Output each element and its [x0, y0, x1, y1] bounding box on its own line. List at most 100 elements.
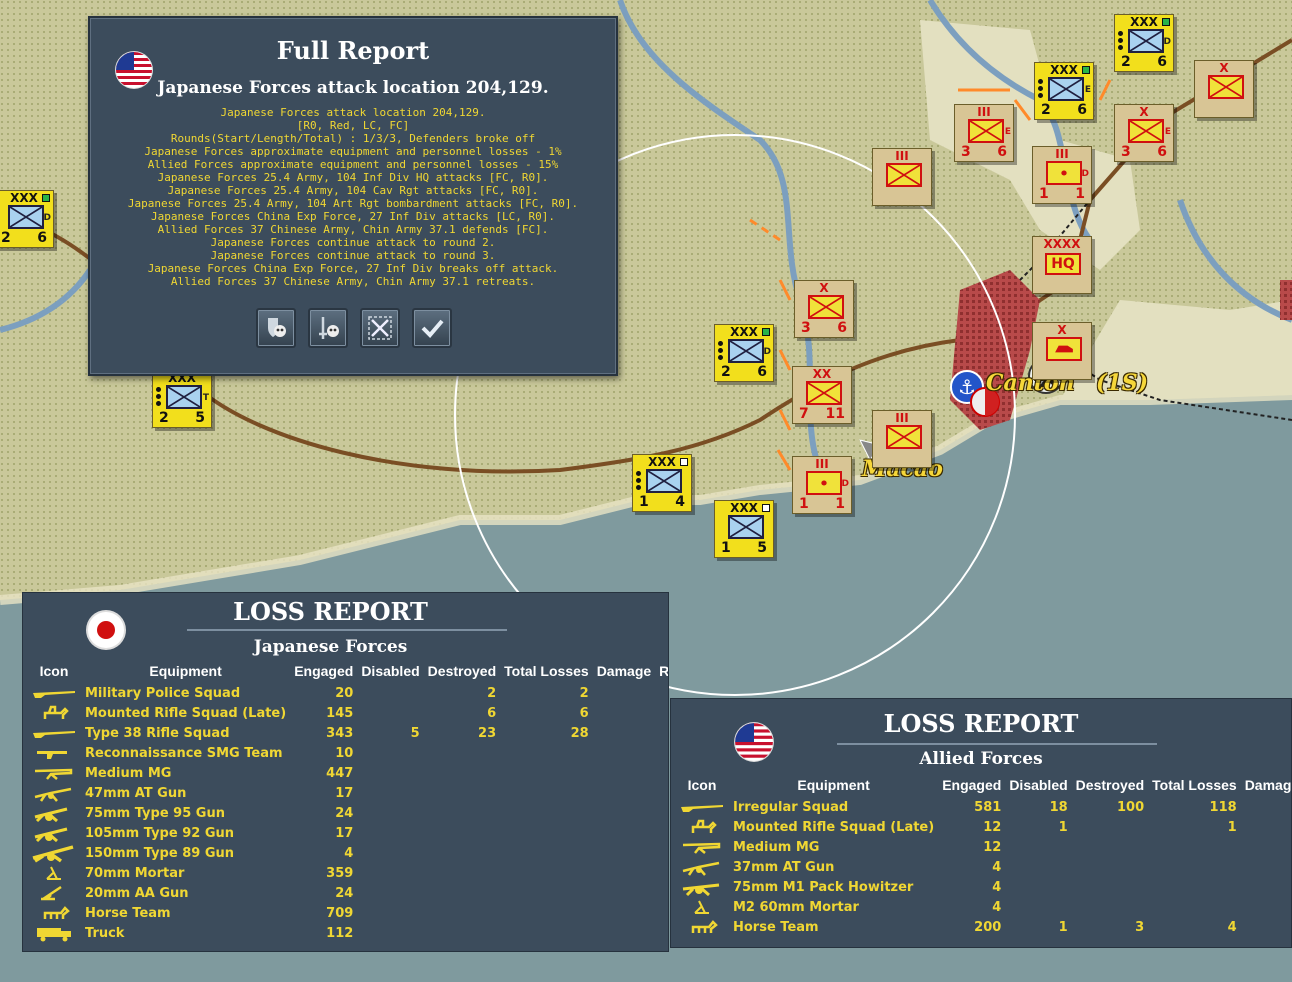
combat-log-line: Japanese Forces attack location 204,129. — [220, 106, 486, 119]
replacements-value: Yes — [655, 883, 668, 903]
total-losses-value — [500, 903, 593, 923]
unit-attack-value: 2 — [1041, 102, 1051, 118]
unit-counter[interactable]: XXX D 2 6 — [0, 190, 54, 248]
aa-gun-icon — [41, 885, 62, 901]
unit-status-flag — [680, 458, 688, 466]
unit-attack-value: 1 — [799, 496, 809, 512]
table-row[interactable]: 70mm Mortar 359 Yes — [27, 863, 668, 883]
full-report-title: Full Report — [276, 36, 430, 65]
disabled-value — [1005, 857, 1071, 877]
column-header: Replacements — [659, 663, 669, 679]
table-row[interactable]: 47mm AT Gun 17 Yes — [27, 783, 668, 803]
table-row[interactable]: Truck 112 Yes — [27, 923, 668, 943]
engaged-value: 4 — [992, 899, 1002, 915]
unit-counter[interactable]: X — [1194, 60, 1254, 118]
table-row[interactable]: Type 38 Rifle Squad 343 5 23 28 Yes — [27, 723, 668, 743]
unit-defense-value: 6 — [837, 320, 847, 336]
disabled-value — [1005, 837, 1071, 857]
table-row[interactable]: 75mm Type 95 Gun 24 Yes — [27, 803, 668, 823]
total-losses-value: 118 — [1209, 799, 1237, 815]
unit-symbol-icon — [646, 469, 682, 493]
engaged-value: 447 — [326, 765, 354, 781]
replacements-value: Yes — [655, 923, 668, 943]
table-row[interactable]: Medium MG12Yes — [675, 837, 1291, 857]
unit-counter[interactable]: XX 7 11 — [792, 366, 852, 424]
unit-counter[interactable]: III D 1 1 — [792, 456, 852, 514]
unit-symbol-icon — [1046, 337, 1082, 361]
unit-size: X — [1139, 105, 1149, 119]
attacker-losses-button[interactable] — [308, 308, 348, 348]
equipment-name: Irregular Squad — [733, 799, 849, 815]
unit-counter[interactable]: X 3 6 — [794, 280, 854, 338]
table-row[interactable]: Mounted Rifle Squad (Late)1211Yes — [675, 817, 1291, 837]
loss-report-side: Allied Forces — [919, 749, 1043, 769]
total-losses-value: 6 — [579, 705, 589, 721]
unit-defense-value: 5 — [195, 410, 205, 426]
unit-counter[interactable]: XXX 1 4 — [632, 454, 692, 512]
damage-value — [1241, 917, 1291, 937]
combat-details-button[interactable] — [360, 308, 400, 348]
defender-losses-button[interactable] — [256, 308, 296, 348]
table-row[interactable]: 150mm Type 89 Gun 4 Yes — [27, 843, 668, 863]
unit-counter[interactable]: III D 1 1 — [1032, 146, 1092, 204]
loss-report-japanese-panel: LOSS REPORT Japanese Forces Icon Equipmen… — [22, 592, 669, 952]
disabled-value — [357, 703, 423, 723]
unit-attack-value: 2 — [1, 230, 11, 246]
loss-table-header: Icon Equipment Engaged Disabled Destroyed Tot… — [27, 659, 669, 683]
destroyed-value — [1072, 817, 1148, 837]
unit-attack-value: 1 — [639, 494, 649, 510]
table-row[interactable]: Medium MG 447 Yes — [27, 763, 668, 783]
column-header: Icon — [39, 663, 69, 679]
unit-defense-value: 1 — [835, 496, 845, 512]
table-row[interactable]: Horse Team200134Yes — [675, 917, 1291, 937]
column-header: Equipment — [797, 777, 870, 793]
table-row[interactable]: M2 60mm Mortar4Yes — [675, 897, 1291, 917]
equipment-name: Mounted Rifle Squad (Late) — [733, 819, 935, 835]
unit-tag: E — [1084, 85, 1091, 95]
destroyed-value — [424, 903, 500, 923]
equipment-name: 37mm AT Gun — [733, 859, 835, 875]
column-header: Destroyed — [1075, 777, 1145, 793]
unit-counter[interactable]: XXX E 2 6 — [1034, 62, 1094, 120]
unit-counter[interactable]: X E 3 6 — [1114, 104, 1174, 162]
table-row[interactable]: Irregular Squad58118100118Yes — [675, 797, 1291, 817]
unit-counter[interactable]: XXX D 2 6 — [1114, 14, 1174, 72]
table-row[interactable]: Horse Team 709 Yes — [27, 903, 668, 923]
replacements-value: Yes — [655, 763, 668, 783]
table-row[interactable]: Military Police Squad 20 2 2 Yes — [27, 683, 668, 703]
combat-log-line: Japanese Forces continue attack to round… — [210, 236, 496, 249]
unit-symbol-icon — [806, 471, 842, 495]
replacements-value: Yes — [655, 783, 668, 803]
unit-defense-value: 6 — [757, 364, 767, 380]
horse-icon — [691, 920, 718, 933]
combat-log-line: Rounds(Start/Length/Total) : 1/3/3, Defe… — [170, 132, 536, 145]
unit-counter[interactable]: III — [872, 410, 932, 468]
damage-value — [593, 683, 655, 703]
table-row[interactable]: Reconnaissance SMG Team 10 Yes — [27, 743, 668, 763]
unit-counter[interactable]: XXX T 2 5 — [152, 370, 212, 428]
unit-tag: D — [763, 347, 771, 357]
unit-counter[interactable]: III E 3 6 — [954, 104, 1014, 162]
unit-size: III — [977, 105, 991, 119]
unit-counter[interactable]: XXX D 2 6 — [714, 324, 774, 382]
unit-stack-dots — [156, 387, 161, 408]
table-row[interactable]: 20mm AA Gun 24 Yes — [27, 883, 668, 903]
unit-counter[interactable]: XXX 1 5 — [714, 500, 774, 558]
unit-counter[interactable]: X — [1032, 322, 1092, 380]
engaged-value: 112 — [326, 925, 354, 941]
shield-skull-icon — [268, 318, 286, 337]
replacements-value: Yes — [655, 723, 668, 743]
table-row[interactable]: Mounted Rifle Squad (Late) 145 6 6 Yes — [27, 703, 668, 723]
table-row[interactable]: 105mm Type 92 Gun 17 Yes — [27, 823, 668, 843]
table-row[interactable]: 37mm AT Gun4Yes — [675, 857, 1291, 877]
ok-button[interactable] — [412, 308, 452, 348]
crossed-swords-icon — [368, 316, 392, 340]
disabled-value — [357, 923, 423, 943]
unit-symbol-icon — [968, 119, 1004, 143]
checkmark-icon — [421, 319, 444, 338]
table-row[interactable]: 75mm M1 Pack Howitzer4Yes — [675, 877, 1291, 897]
unit-counter[interactable]: XXXX HQ — [1032, 236, 1092, 294]
unit-symbol-icon — [1128, 29, 1164, 53]
unit-symbol-icon — [166, 385, 202, 409]
unit-counter[interactable]: III — [872, 148, 932, 206]
